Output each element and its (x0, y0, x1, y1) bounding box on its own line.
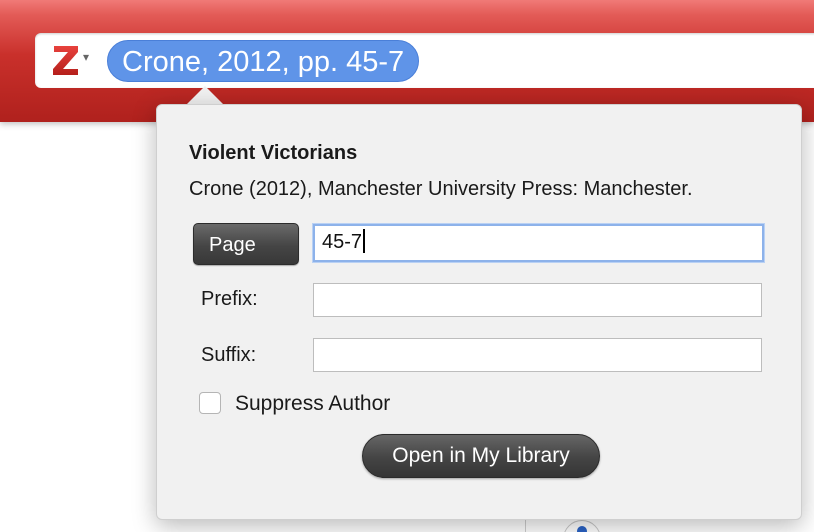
popover-arrow (186, 86, 224, 105)
stage: ▾ Crone, 2012, pp. 45-7 Violent Victoria… (0, 0, 814, 532)
suffix-input[interactable] (313, 338, 762, 372)
suppress-author-label[interactable]: Suppress Author (235, 392, 390, 416)
quick-format-search-field[interactable]: ▾ Crone, 2012, pp. 45-7 (35, 33, 814, 88)
text-caret (363, 229, 365, 253)
citation-bubble[interactable]: Crone, 2012, pp. 45-7 (107, 40, 420, 82)
prefix-input[interactable] (313, 283, 762, 317)
zotero-z-icon[interactable] (52, 44, 80, 76)
locator-input[interactable]: 45-7 (313, 224, 764, 262)
suppress-author-checkbox[interactable] (199, 392, 221, 414)
citation-properties-popover: Violent Victorians Crone (2012), Manches… (156, 104, 802, 520)
item-metadata: Crone (2012), Manchester University Pres… (189, 178, 693, 200)
locator-type-select[interactable]: Page (193, 223, 299, 265)
item-title: Violent Victorians (189, 142, 358, 164)
chevron-down-icon[interactable]: ▾ (83, 51, 89, 63)
suffix-label: Suffix: (201, 344, 257, 366)
prefix-label: Prefix: (201, 288, 258, 310)
open-in-my-library-button[interactable]: Open in My Library (362, 434, 600, 478)
background-control-indicator (577, 526, 587, 532)
locator-input-value: 45-7 (322, 231, 363, 253)
